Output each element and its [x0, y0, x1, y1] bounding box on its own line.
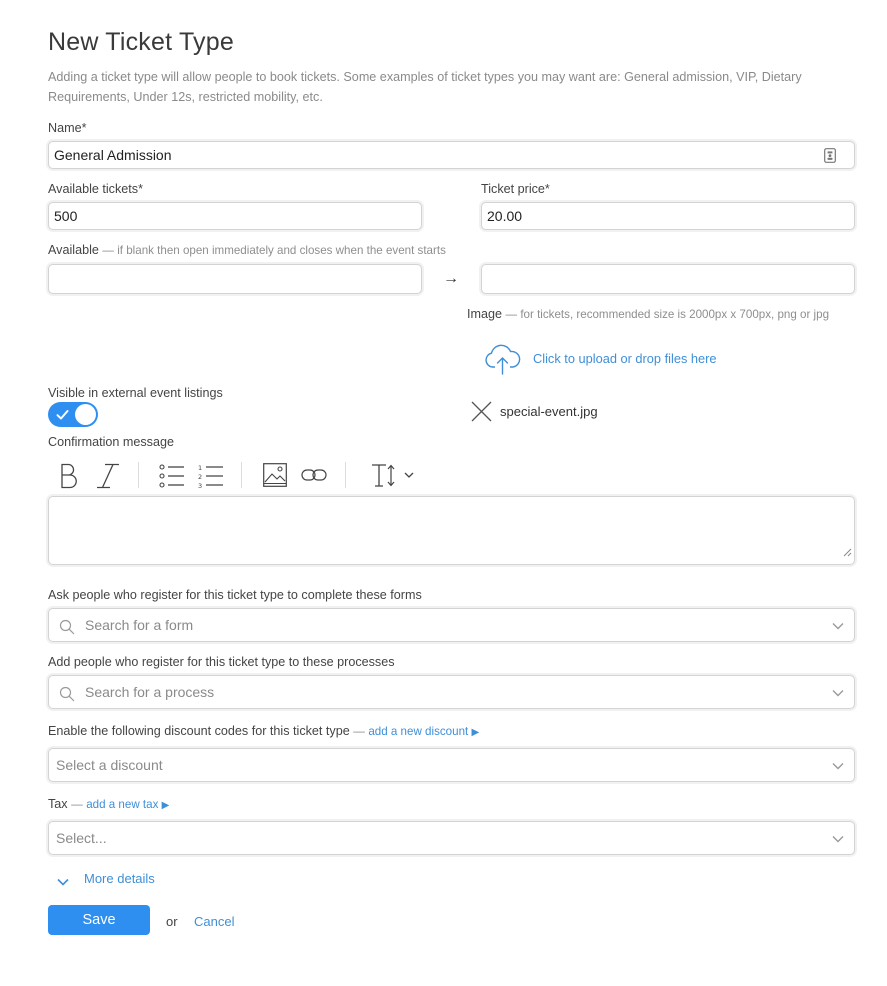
- available-start-input[interactable]: [48, 264, 422, 294]
- add-discount-link[interactable]: add a new discount ▶: [368, 725, 479, 738]
- available-tickets-label: Available tickets*: [48, 182, 143, 196]
- name-input-value: General Admission: [54, 147, 172, 163]
- tax-placeholder: Select...: [56, 830, 107, 846]
- available-tickets-input[interactable]: 500: [48, 202, 422, 230]
- save-button[interactable]: Save: [48, 905, 150, 935]
- image-hint: — for tickets, recommended size is 2000p…: [505, 308, 830, 321]
- available-hint: — if blank then open immediately and clo…: [102, 244, 446, 257]
- contact-card-icon[interactable]: [824, 148, 836, 166]
- toolbar-separator: [241, 462, 242, 488]
- numbered-list-icon[interactable]: 1 2 3: [198, 464, 224, 488]
- add-tax-link-text: add a new tax: [86, 798, 159, 811]
- or-text: or: [166, 914, 178, 929]
- discounts-dash: —: [353, 725, 365, 738]
- visible-listing-toggle[interactable]: [48, 402, 98, 427]
- available-label-text: Available: [48, 243, 99, 257]
- processes-placeholder: Search for a process: [85, 684, 215, 700]
- tax-label: Tax — add a new tax ▶: [48, 797, 169, 811]
- toggle-knob: [75, 404, 96, 425]
- chevron-down-icon[interactable]: [832, 617, 844, 633]
- discounts-label: Enable the following discount codes for …: [48, 724, 479, 738]
- discount-select[interactable]: Select a discount: [48, 748, 855, 782]
- name-input[interactable]: General Admission: [48, 141, 855, 169]
- play-arrow-icon: ▶: [471, 727, 480, 738]
- chevron-down-icon[interactable]: [832, 684, 844, 700]
- chevron-down-icon[interactable]: [57, 873, 69, 891]
- confirmation-message-textarea[interactable]: [48, 496, 855, 565]
- page-intro: Adding a ticket type will allow people t…: [48, 70, 802, 104]
- discounts-label-text: Enable the following discount codes for …: [48, 724, 350, 738]
- tax-label-text: Tax: [48, 797, 68, 811]
- add-tax-link[interactable]: add a new tax ▶: [86, 798, 169, 811]
- more-details-link[interactable]: More details: [84, 871, 155, 886]
- text-size-icon[interactable]: [371, 463, 417, 488]
- resize-handle-icon[interactable]: [843, 544, 852, 562]
- available-label: Available — if blank then open immediate…: [48, 243, 446, 257]
- processes-search-select[interactable]: Search for a process: [48, 675, 855, 709]
- tax-select[interactable]: Select...: [48, 821, 855, 855]
- visible-listing-label: Visible in external event listings: [48, 386, 223, 400]
- uploaded-file-name: special-event.jpg: [500, 404, 598, 419]
- link-icon[interactable]: [301, 468, 327, 482]
- forms-placeholder: Search for a form: [85, 617, 194, 633]
- ticket-price-label: Ticket price*: [481, 182, 550, 196]
- image-insert-icon[interactable]: [263, 463, 287, 487]
- chevron-down-icon[interactable]: [832, 830, 844, 846]
- play-arrow-icon: ▶: [161, 800, 170, 811]
- svg-text:1: 1: [198, 464, 202, 472]
- toolbar-separator: [345, 462, 346, 488]
- bold-icon[interactable]: [59, 463, 79, 489]
- available-end-input[interactable]: [481, 264, 855, 294]
- toolbar-separator: [138, 462, 139, 488]
- tax-dash: —: [71, 798, 83, 811]
- chevron-down-icon[interactable]: [832, 757, 844, 773]
- search-icon: [59, 619, 75, 638]
- ticket-price-value: 20.00: [487, 208, 523, 224]
- forms-label: Ask people who register for this ticket …: [48, 588, 422, 602]
- discount-placeholder: Select a discount: [56, 757, 163, 773]
- image-label: Image — for tickets, recommended size is…: [467, 307, 829, 321]
- confirmation-label: Confirmation message: [48, 435, 174, 449]
- upload-link[interactable]: Click to upload or drop files here: [533, 351, 717, 366]
- cancel-link[interactable]: Cancel: [194, 914, 234, 929]
- available-tickets-value: 500: [54, 208, 78, 224]
- image-label-text: Image: [467, 307, 503, 321]
- remove-file-icon[interactable]: [471, 401, 492, 427]
- add-discount-link-text: add a new discount: [368, 725, 469, 738]
- date-range-arrow: →: [443, 270, 459, 287]
- page-title: New Ticket Type: [48, 28, 234, 56]
- checkmark-icon: [56, 408, 69, 426]
- search-icon: [59, 686, 75, 705]
- processes-label: Add people who register for this ticket …: [48, 655, 395, 669]
- ticket-price-input[interactable]: 20.00: [481, 202, 855, 230]
- name-label: Name*: [48, 121, 87, 135]
- forms-search-select[interactable]: Search for a form: [48, 608, 855, 642]
- svg-text:3: 3: [198, 482, 202, 488]
- bulleted-list-icon[interactable]: [159, 464, 185, 488]
- italic-icon[interactable]: [96, 463, 120, 489]
- cloud-upload-icon[interactable]: [484, 343, 521, 380]
- svg-text:2: 2: [198, 473, 202, 481]
